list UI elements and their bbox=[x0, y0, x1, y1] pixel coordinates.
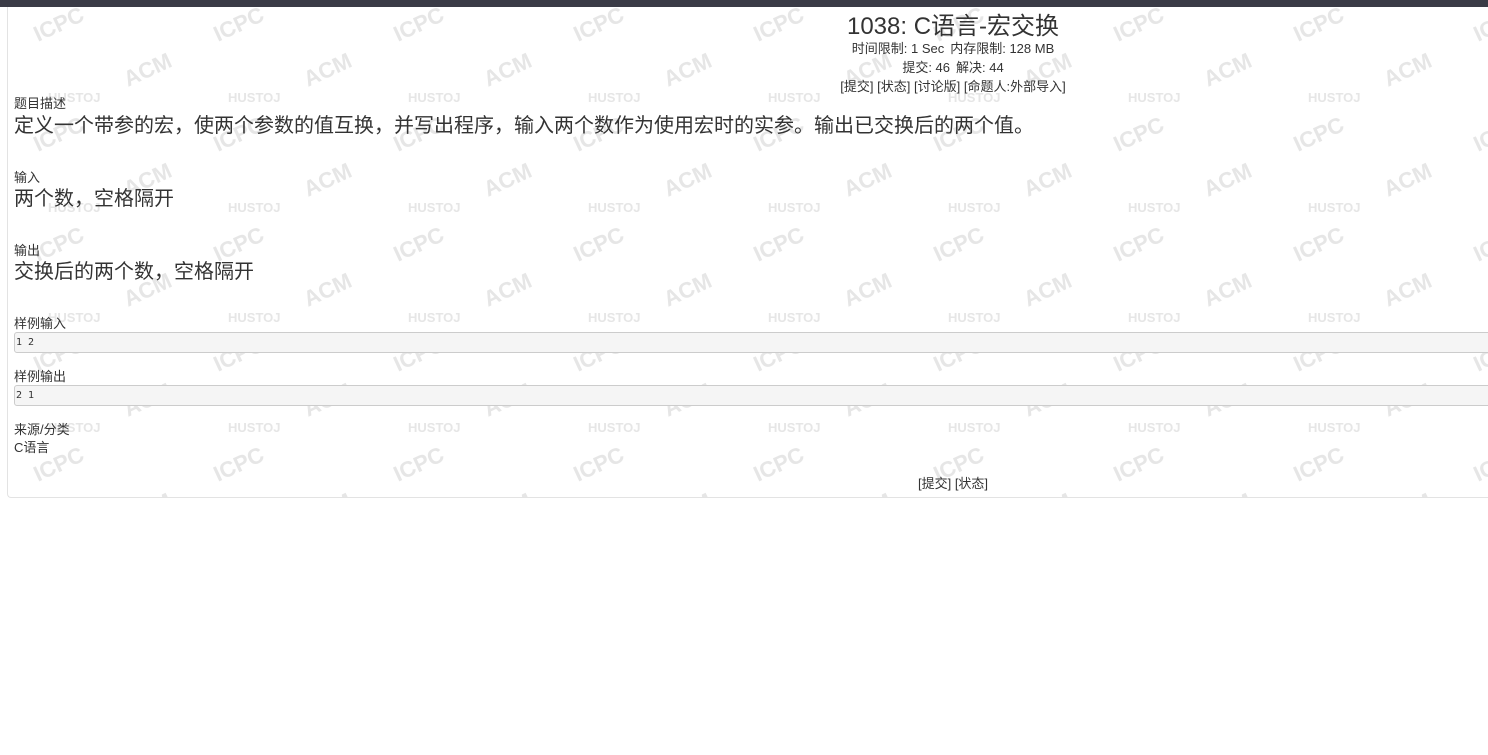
limits-line: 时间限制: 1 Sec 内存限制: 128 MB bbox=[8, 40, 1488, 58]
watermark-text: ICPC bbox=[750, 222, 808, 267]
submit-link[interactable]: [提交] bbox=[840, 79, 873, 94]
watermark-text: HUSTOJ bbox=[408, 200, 461, 215]
problem-links: [提交] [状态] [讨论版] [命题人:外部导入] bbox=[8, 78, 1488, 96]
watermark-text: ACM bbox=[660, 158, 716, 202]
watermark-text: ACM bbox=[840, 158, 896, 202]
watermark-text: HUSTOJ bbox=[948, 200, 1001, 215]
watermark-text: HUSTOJ bbox=[1308, 420, 1361, 435]
watermark-text: HUSTOJ bbox=[228, 200, 281, 215]
watermark-text: ICPC bbox=[1470, 222, 1488, 267]
watermark-text: HUSTOJ bbox=[768, 420, 821, 435]
watermark-text: HUSTOJ bbox=[1128, 310, 1181, 325]
time-limit: 时间限制: 1 Sec bbox=[851, 41, 945, 56]
watermark-text: ICPC bbox=[930, 222, 988, 267]
watermark-text: HUSTOJ bbox=[768, 310, 821, 325]
watermark-text: ICPC bbox=[390, 222, 448, 267]
watermark-text: ICPC bbox=[1110, 112, 1168, 157]
description-label: 题目描述 bbox=[14, 96, 67, 111]
watermark-text: ACM bbox=[300, 158, 356, 202]
watermark-text: ACM bbox=[660, 268, 716, 312]
watermark-text: HUSTOJ bbox=[588, 200, 641, 215]
top-navbar bbox=[0, 0, 1488, 7]
author-link[interactable]: [命题人:外部导入] bbox=[964, 79, 1066, 94]
watermark-text: HUSTOJ bbox=[1128, 420, 1181, 435]
discuss-link[interactable]: [讨论版] bbox=[914, 79, 960, 94]
watermark-text: HUSTOJ bbox=[588, 420, 641, 435]
input-label: 输入 bbox=[14, 170, 41, 185]
sample-input-block[interactable]: 1 2 bbox=[14, 332, 1488, 353]
watermark-text: ICPC bbox=[570, 222, 628, 267]
input-text: 两个数，空格隔开 bbox=[14, 188, 174, 210]
watermark-text: HUSTOJ bbox=[408, 310, 461, 325]
sample-input-label: 样例输入 bbox=[14, 316, 67, 331]
watermark-text: HUSTOJ bbox=[408, 420, 461, 435]
stats-line: 提交: 46 解决: 44 bbox=[8, 59, 1488, 77]
sample-output-block[interactable]: 2 1 bbox=[14, 385, 1488, 406]
watermark-text: ACM bbox=[1020, 268, 1076, 312]
problem-panel: ICPC ACM HUSTOJ ICPC ACM HUSTOJ ICPC ACM HUSTOJ I… bbox=[7, 7, 1488, 498]
watermark-text: HUSTOJ bbox=[1308, 200, 1361, 215]
watermark-text: ACM bbox=[300, 268, 356, 312]
watermark-text: ACM bbox=[480, 158, 536, 202]
watermark-text: HUSTOJ bbox=[228, 310, 281, 325]
problem-title: 1038: C语言-宏交换 bbox=[846, 13, 1060, 40]
solved-count: 解决: 44 bbox=[956, 60, 1004, 75]
watermark-text: ACM bbox=[1020, 158, 1076, 202]
watermark-text: ACM bbox=[1380, 268, 1436, 312]
output-label: 输出 bbox=[14, 243, 41, 258]
watermark-text: HUSTOJ bbox=[948, 420, 1001, 435]
watermark-text: ICPC bbox=[1290, 112, 1348, 157]
status-link[interactable]: [状态] bbox=[877, 79, 910, 94]
watermark-text: HUSTOJ bbox=[228, 420, 281, 435]
watermark-text: HUSTOJ bbox=[768, 200, 821, 215]
watermark-text: ICPC bbox=[1290, 222, 1348, 267]
description-text: 定义一个带参的宏，使两个参数的值互换，并写出程序，输入两个数作为使用宏时的实参。… bbox=[14, 115, 1034, 137]
watermark-text: ACM bbox=[1200, 268, 1256, 312]
footer-links: [提交] [状态] bbox=[8, 475, 1488, 493]
watermark-text: HUSTOJ bbox=[948, 310, 1001, 325]
source-value[interactable]: C语言 bbox=[14, 440, 49, 456]
submitted-count: 提交: 46 bbox=[902, 60, 950, 75]
watermark-text: HUSTOJ bbox=[1308, 310, 1361, 325]
memory-limit: 内存限制: 128 MB bbox=[950, 41, 1055, 56]
watermark-text: ICPC bbox=[1470, 112, 1488, 157]
watermark-text: ICPC bbox=[1110, 222, 1168, 267]
watermark-text: ACM bbox=[840, 268, 896, 312]
watermark-text: HUSTOJ bbox=[1128, 200, 1181, 215]
footer-status-link[interactable]: [状态] bbox=[955, 476, 988, 491]
source-label: 来源/分类 bbox=[14, 422, 70, 437]
watermark-text: HUSTOJ bbox=[588, 310, 641, 325]
output-text: 交换后的两个数，空格隔开 bbox=[14, 261, 254, 283]
watermark-text: ACM bbox=[1200, 158, 1256, 202]
sample-output-label: 样例输出 bbox=[14, 369, 67, 384]
watermark-text: ACM bbox=[1380, 158, 1436, 202]
watermark-text: ACM bbox=[480, 268, 536, 312]
footer-submit-link[interactable]: [提交] bbox=[918, 476, 951, 491]
